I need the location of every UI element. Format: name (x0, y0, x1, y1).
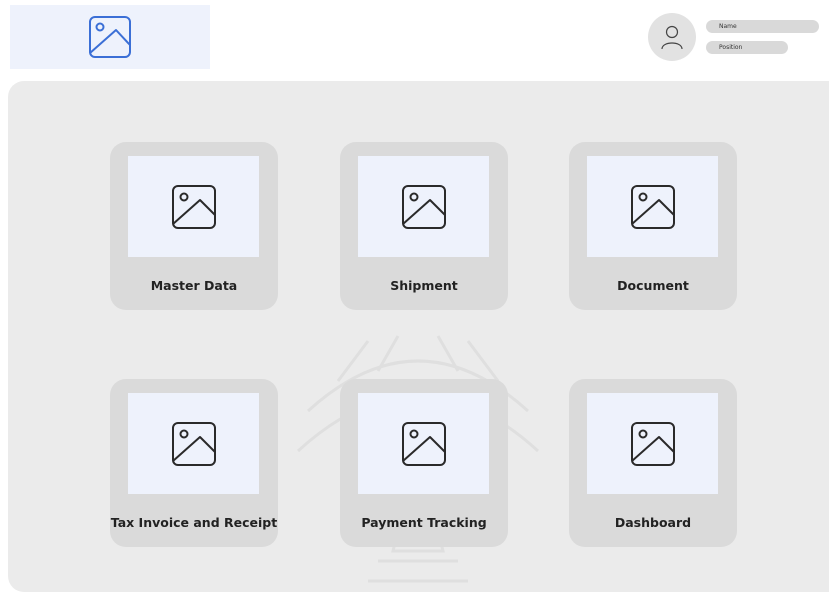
menu-card-label: Payment Tracking (361, 515, 487, 530)
avatar[interactable] (648, 13, 696, 61)
main-panel: Master Data Shipment Document Tax Invoic… (8, 81, 829, 592)
app-logo[interactable] (10, 5, 210, 69)
card-thumbnail (128, 156, 259, 257)
menu-card-tax-invoice-and-receipt[interactable]: Tax Invoice and Receipt (110, 379, 278, 547)
card-thumbnail (587, 393, 718, 494)
image-placeholder-icon (89, 16, 131, 58)
image-placeholder-icon (630, 184, 675, 229)
menu-card-label: Shipment (390, 278, 458, 293)
image-placeholder-icon (401, 421, 446, 466)
image-placeholder-icon (401, 184, 446, 229)
image-placeholder-icon (171, 184, 216, 229)
menu-card-dashboard[interactable]: Dashboard (569, 379, 737, 547)
menu-card-shipment[interactable]: Shipment (340, 142, 508, 310)
menu-card-payment-tracking[interactable]: Payment Tracking (340, 379, 508, 547)
user-icon (661, 25, 683, 50)
profile-position: Position (706, 41, 788, 54)
menu-card-master-data[interactable]: Master Data (110, 142, 278, 310)
menu-card-label: Master Data (150, 278, 238, 293)
menu-card-label: Dashboard (614, 515, 692, 530)
card-thumbnail (358, 393, 489, 494)
menu-card-label: Document (617, 278, 689, 293)
menu-card-label: Tax Invoice and Receipt (110, 515, 278, 530)
menu-card-document[interactable]: Document (569, 142, 737, 310)
card-thumbnail (587, 156, 718, 257)
image-placeholder-icon (171, 421, 216, 466)
image-placeholder-icon (630, 421, 675, 466)
card-thumbnail (358, 156, 489, 257)
card-thumbnail (128, 393, 259, 494)
profile-name: Name (706, 20, 819, 33)
